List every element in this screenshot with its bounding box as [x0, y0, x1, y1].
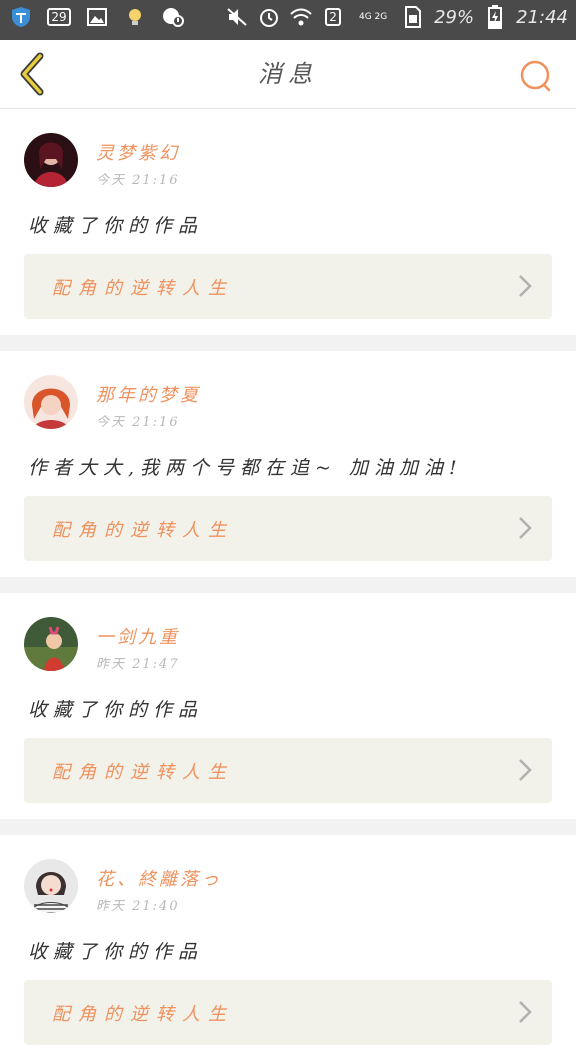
top-bar: 消息	[0, 40, 576, 109]
alarm-icon	[258, 6, 280, 28]
message-card: 花、終離落っ 昨天 21:40 收藏了你的作品 配角的逆转人生	[0, 835, 576, 1061]
message-card: 一剑九重 昨天 21:47 收藏了你的作品 配角的逆转人生	[0, 593, 576, 819]
battery-icon	[484, 5, 506, 29]
message-text: 收藏了你的作品	[28, 941, 204, 963]
work-title: 配角的逆转人生	[52, 1004, 234, 1025]
message-card: 灵梦紫幻 今天 21:16 收藏了你的作品 配角的逆转人生	[0, 109, 576, 335]
work-link[interactable]: 配角的逆转人生	[24, 496, 552, 561]
work-title: 配角的逆转人生	[52, 762, 234, 783]
work-link[interactable]: 配角的逆转人生	[24, 254, 552, 319]
timestamp: 昨天 21:40	[96, 899, 180, 914]
chevron-right-icon	[519, 759, 532, 781]
message-text: 作者大大,我两个号都在追~ 加油加油!	[28, 457, 463, 479]
message-text: 收藏了你的作品	[28, 699, 204, 721]
network-text: 4G 2G	[358, 11, 388, 22]
chevron-right-icon	[519, 517, 532, 539]
timestamp: 昨天 21:47	[96, 657, 180, 672]
clock: 21:44	[516, 6, 568, 28]
search-icon	[520, 60, 551, 92]
avatar[interactable]	[24, 617, 78, 671]
username[interactable]: 花、終離落っ	[96, 865, 222, 891]
message-card: 那年的梦夏 今天 21:16 作者大大,我两个号都在追~ 加油加油! 配角的逆转…	[0, 351, 576, 577]
chevron-right-icon	[519, 275, 532, 297]
shield-app-icon	[10, 6, 32, 28]
sim-card-icon	[402, 6, 424, 28]
image-icon	[86, 6, 108, 28]
work-title: 配角的逆转人生	[52, 520, 234, 541]
avatar[interactable]	[24, 133, 78, 187]
username[interactable]: 一剑九重	[96, 623, 180, 649]
username[interactable]: 那年的梦夏	[96, 381, 201, 407]
back-button[interactable]	[14, 50, 54, 98]
chevron-left-icon	[20, 52, 44, 96]
sim-badge-text: 29	[47, 8, 71, 26]
status-bar: 29 2 4G 2G 29% 21:44	[0, 0, 576, 40]
mute-icon	[226, 6, 248, 28]
chevron-right-icon	[519, 1001, 532, 1023]
message-text: 收藏了你的作品	[28, 215, 204, 237]
search-button[interactable]	[518, 58, 554, 94]
avatar[interactable]	[24, 375, 78, 429]
sim-slot-icon: 2	[322, 6, 344, 28]
work-link[interactable]: 配角的逆转人生	[24, 980, 552, 1045]
battery-percent: 29%	[434, 6, 475, 28]
avatar[interactable]	[24, 859, 78, 913]
page-title: 消息	[258, 60, 318, 88]
status-bar-right: 2 4G 2G 29% 21:44	[226, 5, 568, 29]
sim-badge-icon: 29	[47, 6, 71, 28]
status-bar-left: 29	[10, 6, 184, 28]
chat-alert-icon	[162, 6, 184, 28]
work-link[interactable]: 配角的逆转人生	[24, 738, 552, 803]
wifi-icon	[290, 6, 312, 28]
network-icon: 4G 2G	[354, 6, 392, 28]
username[interactable]: 灵梦紫幻	[96, 139, 180, 165]
timestamp: 今天 21:16	[96, 415, 180, 430]
work-title: 配角的逆转人生	[52, 278, 234, 299]
timestamp: 今天 21:16	[96, 173, 180, 188]
lightbulb-icon	[124, 6, 146, 28]
sim-slot-text: 2	[325, 8, 341, 26]
